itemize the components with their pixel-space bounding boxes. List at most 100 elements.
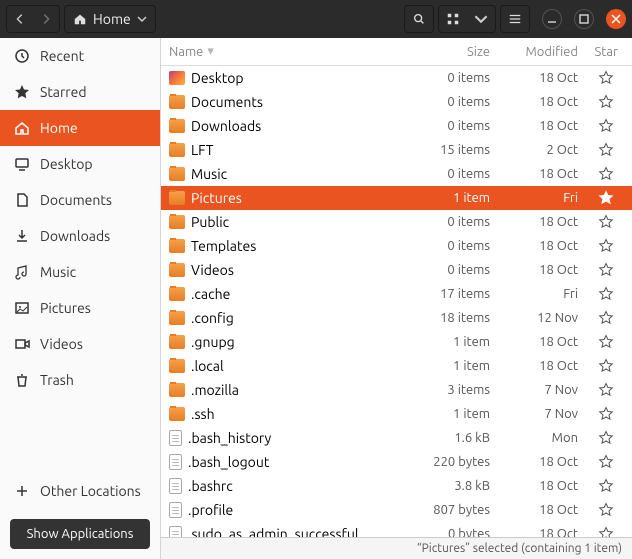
close-button[interactable] [606,9,626,29]
folder-icon [169,311,185,325]
folder-icon [169,119,185,133]
file-row[interactable]: .gnupg1 item18 Oct [161,330,632,354]
file-icon [169,526,182,537]
plus-icon [14,483,30,499]
file-row[interactable]: .bash_logout220 bytes18 Oct [161,450,632,474]
folder-icon [169,95,185,109]
home-icon [14,120,30,136]
sidebar-item-music[interactable]: Music [0,254,160,290]
sidebar-item-recent[interactable]: Recent [0,38,160,74]
star-icon[interactable] [598,526,614,537]
desktop-folder-icon [169,71,185,85]
column-headers[interactable]: Name ▾ Size Modified Star [161,38,632,66]
file-name: Videos [191,262,234,278]
sidebar-item-label: Recent [40,48,84,64]
star-icon[interactable] [598,214,614,230]
chevron-down-icon [137,14,147,24]
sidebar-item-trash[interactable]: Trash [0,362,160,398]
file-row[interactable]: Templates0 items18 Oct [161,234,632,258]
minimize-button[interactable] [542,9,562,29]
file-list[interactable]: Desktop0 items18 OctDocuments0 items18 O… [161,66,632,537]
sidebar-item-desktop[interactable]: Desktop [0,146,160,182]
sidebar-item-downloads[interactable]: Downloads [0,218,160,254]
file-row[interactable]: Desktop0 items18 Oct [161,66,632,90]
file-size: 0 items [392,167,498,181]
forward-button[interactable] [33,6,59,32]
sidebar-item-videos[interactable]: Videos [0,326,160,362]
star-icon[interactable] [598,190,614,206]
star-icon[interactable] [598,334,614,350]
back-button[interactable] [7,6,33,32]
file-name: LFT [191,142,213,158]
star-icon[interactable] [598,454,614,470]
file-row[interactable]: Public0 items18 Oct [161,210,632,234]
view-grid-button[interactable] [439,6,467,32]
sidebar-item-other-locations[interactable]: Other Locations [0,473,160,509]
search-button[interactable] [405,6,433,32]
view-options-button[interactable] [467,6,495,32]
col-size[interactable]: Size [392,45,498,59]
sidebar-item-label: Videos [40,336,83,352]
file-row[interactable]: .mozilla3 items7 Nov [161,378,632,402]
file-name: Documents [191,94,263,110]
file-row[interactable]: .config18 items12 Nov [161,306,632,330]
file-name: .bash_logout [188,454,269,470]
file-modified: 18 Oct [498,239,586,253]
sidebar-item-label: Other Locations [40,483,141,499]
show-applications-button[interactable]: Show Applications [10,519,150,549]
file-row[interactable]: .sudo_as_admin_successful0 bytes18 Oct [161,522,632,537]
file-name: .profile [188,502,233,518]
star-icon[interactable] [598,70,614,86]
file-row[interactable]: Documents0 items18 Oct [161,90,632,114]
star-icon[interactable] [598,262,614,278]
file-modified: 2 Oct [498,143,586,157]
file-row[interactable]: .local1 item18 Oct [161,354,632,378]
file-modified: 18 Oct [498,503,586,517]
sidebar-item-starred[interactable]: Starred [0,74,160,110]
file-name: .local [191,358,224,374]
file-icon [169,430,182,446]
file-row[interactable]: .ssh1 item7 Nov [161,402,632,426]
sidebar-item-documents[interactable]: Documents [0,182,160,218]
col-name[interactable]: Name [169,45,203,59]
breadcrumb[interactable]: Home [64,5,156,33]
col-star[interactable]: Star [586,45,626,59]
file-row[interactable]: Videos0 items18 Oct [161,258,632,282]
star-icon[interactable] [598,478,614,494]
file-modified: Fri [498,191,586,205]
file-modified: 18 Oct [498,263,586,277]
file-row[interactable]: Music0 items18 Oct [161,162,632,186]
file-modified: 18 Oct [498,215,586,229]
file-size: 1 item [392,191,498,205]
sidebar-item-pictures[interactable]: Pictures [0,290,160,326]
file-row[interactable]: .cache17 itemsFri [161,282,632,306]
maximize-button[interactable] [574,9,594,29]
file-row[interactable]: Pictures1 itemFri [161,186,632,210]
star-icon[interactable] [598,142,614,158]
col-modified[interactable]: Modified [498,45,586,59]
star-icon[interactable] [598,286,614,302]
sidebar-item-home[interactable]: Home [0,110,160,146]
star-icon[interactable] [598,358,614,374]
star-icon[interactable] [598,238,614,254]
star-icon[interactable] [598,310,614,326]
file-row[interactable]: LFT15 items2 Oct [161,138,632,162]
menu-button[interactable] [501,6,529,32]
star-icon[interactable] [598,118,614,134]
star-icon[interactable] [598,94,614,110]
file-modified: 18 Oct [498,119,586,133]
star-icon[interactable] [598,406,614,422]
star-icon[interactable] [598,166,614,182]
file-modified: Fri [498,287,586,301]
file-name: Music [191,166,227,182]
star-icon[interactable] [598,430,614,446]
desktop-icon [14,156,30,172]
file-name: .sudo_as_admin_successful [188,526,359,537]
file-row[interactable]: .profile807 bytes18 Oct [161,498,632,522]
star-icon[interactable] [598,502,614,518]
download-icon [14,228,30,244]
file-row[interactable]: .bash_history1.6 kBMon [161,426,632,450]
file-row[interactable]: .bashrc3.8 kB18 Oct [161,474,632,498]
file-row[interactable]: Downloads0 items18 Oct [161,114,632,138]
star-icon[interactable] [598,382,614,398]
